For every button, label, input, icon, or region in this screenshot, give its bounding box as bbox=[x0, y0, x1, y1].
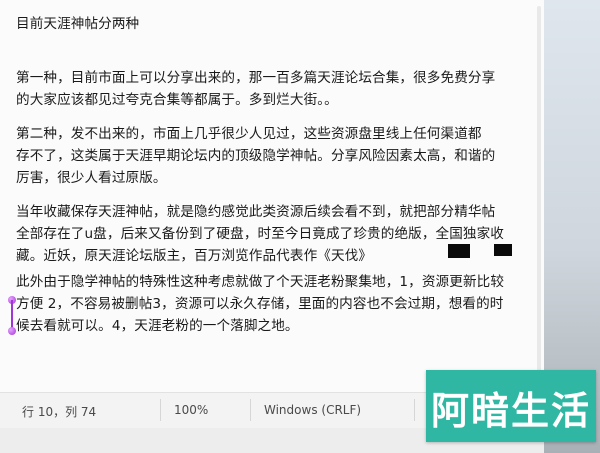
selection-handle-bottom[interactable] bbox=[8, 327, 16, 335]
watermark-logo: 阿暗生活 bbox=[426, 370, 596, 442]
vertical-scrollbar[interactable] bbox=[537, 6, 541, 386]
status-divider bbox=[250, 399, 251, 421]
paragraph-line: 第二种，发不出来的，市面上几乎很少人见过，这些资源盘里线上任何渠道都 bbox=[16, 126, 482, 142]
line-ending[interactable]: Windows (CRLF) bbox=[264, 403, 361, 417]
status-divider bbox=[160, 399, 161, 421]
paragraph-line: 方便 2，不容易被删帖3，资源可以永久存储，里面的内容也不会过期，想看的时 bbox=[16, 296, 504, 312]
paragraph-line: 存不了，这类属于天涯早期论坛内的顶级隐学神帖。分享风险因素太高，和谐的 bbox=[16, 148, 496, 164]
cursor-position: 行 10，列 74 bbox=[22, 405, 97, 419]
redaction-mark bbox=[448, 244, 470, 258]
text-caret bbox=[11, 300, 13, 328]
desktop-background: 目前天涯神帖分两种 第一种，目前市面上可以分享出来的，那一百多篇天涯论坛合集，很… bbox=[0, 0, 600, 453]
paragraph-line: 全部存在了u盘，后来又备份到了硬盘，时至今日竟成了珍贵的绝版，全国独家收 bbox=[16, 226, 504, 242]
zoom-level[interactable]: 100% bbox=[174, 403, 208, 417]
redaction-mark bbox=[494, 244, 512, 256]
watermark-text: 阿暗生活 bbox=[430, 389, 591, 433]
paragraph-line: 当年收藏保存天涯神帖，就是隐约感觉此类资源后续会看不到，就把部分精华帖 bbox=[16, 204, 496, 220]
status-divider bbox=[414, 399, 415, 421]
paragraph-line: 厉害，很少人看过原版。 bbox=[16, 170, 167, 186]
paragraph-line: 藏。近妖，原天涯论坛版主，百万浏览作品代表作《天伐》 bbox=[16, 248, 373, 264]
paragraph-line: 候去看就可以。4，天涯老粉的一个落脚之地。 bbox=[16, 318, 299, 334]
document-title-line: 目前天涯神帖分两种 bbox=[16, 16, 140, 32]
text-editor-area[interactable]: 目前天涯神帖分两种 第一种，目前市面上可以分享出来的，那一百多篇天涯论坛合集，很… bbox=[0, 0, 544, 392]
paragraph-line: 第一种，目前市面上可以分享出来的，那一百多篇天涯论坛合集，很多免费分享 bbox=[16, 70, 496, 86]
paragraph-line: 此外由于隐学神帖的特殊性这种考虑就做了个天涯老粉聚集地，1，资源更新比较 bbox=[16, 274, 505, 290]
paragraph-line: 的大家应该都见过夸克合集等都属于。多到烂大街。。 bbox=[16, 92, 338, 108]
